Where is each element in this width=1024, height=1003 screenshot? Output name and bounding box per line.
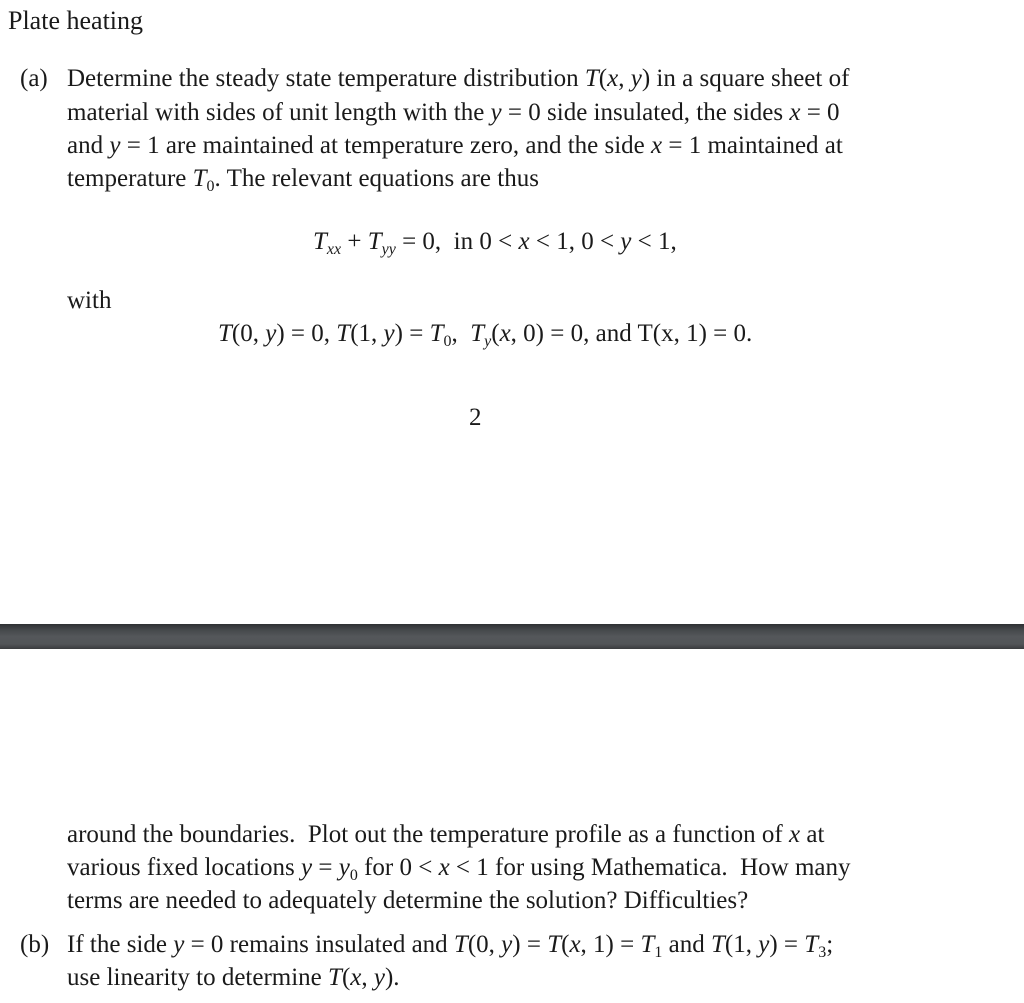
page-break-divider — [0, 624, 1024, 649]
part-a-line-4: temperature T0. The relevant equations a… — [67, 165, 539, 195]
part-a-label: (a) — [20, 65, 48, 92]
continuation-line-3: terms are needed to adequately determine… — [67, 887, 749, 914]
math-Txy: T — [584, 65, 599, 92]
section-title: Plate heating — [8, 6, 144, 35]
with-label: with — [67, 287, 112, 314]
part-a-line-1: Determine the steady state temperature d… — [67, 65, 850, 92]
part-a-line-3: and y = 1 are maintained at temperature … — [67, 132, 843, 159]
laplace-equation: Txx + Tyy = 0, in 0 < x < 1, 0 < y < 1, — [313, 228, 677, 258]
part-a-line-2: material with sides of unit length with … — [67, 99, 840, 126]
part-b-line-1: If the side y = 0 remains insulated and … — [67, 931, 834, 961]
continuation-line-1: around the boundaries. Plot out the temp… — [67, 821, 825, 848]
continuation-line-2: various fixed locations y = y0 for 0 < x… — [67, 854, 851, 884]
boundary-conditions: T(0, y) = 0, T(1, y) = T0, Ty(x, 0) = 0,… — [218, 320, 753, 350]
part-b-line-2: use linearity to determine T(x, y). — [67, 964, 400, 991]
part-b-label: (b) — [20, 931, 50, 958]
page-number: 2 — [469, 404, 482, 431]
